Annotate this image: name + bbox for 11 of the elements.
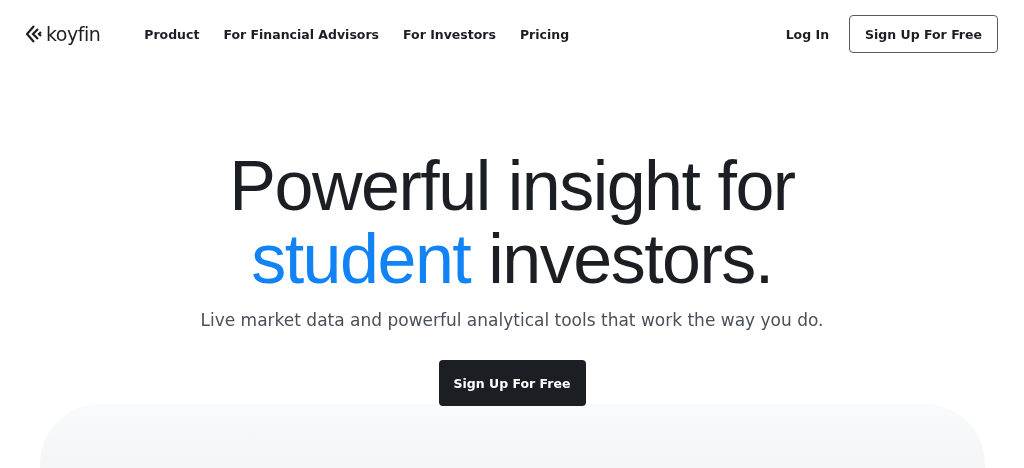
logo-icon	[26, 25, 42, 43]
nav-link[interactable]: Pricing	[519, 26, 570, 42]
nav-link[interactable]: Product	[144, 26, 200, 42]
nav-link[interactable]: For Financial Advisors	[223, 26, 380, 42]
hero-headline: Powerful insight for student investors.	[229, 150, 795, 296]
nav-link[interactable]: For Investors	[403, 26, 496, 42]
hero-subtitle: Live market data and powerful analytical tools that work the way you do.	[200, 310, 824, 330]
logo-text[interactable]: koyfin	[46, 23, 101, 45]
signup-button[interactable]: Sign Up For Free	[438, 360, 586, 406]
signup-button[interactable]: Sign Up For Free	[849, 15, 998, 53]
login-link[interactable]: Log In	[785, 26, 830, 42]
